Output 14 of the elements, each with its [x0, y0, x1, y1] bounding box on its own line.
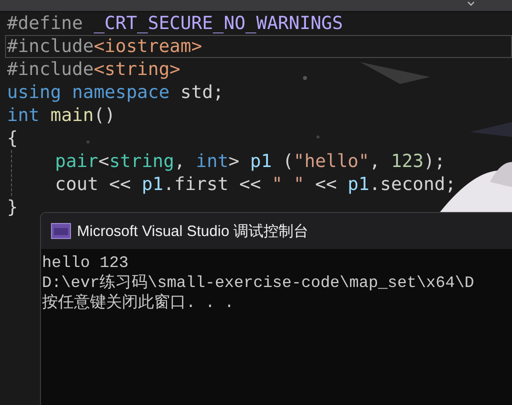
console-output-line: D:\evr练习码\small-exercise-code\map_set\x64\D — [42, 273, 476, 293]
code-line: #include<string> — [7, 58, 182, 81]
code-line: pair<string, int> p1 ("hello", 123); — [55, 150, 446, 173]
console-output-line: hello 123 — [42, 253, 130, 273]
code-line: using namespace std; — [7, 81, 225, 104]
window-title: Microsoft Visual Studio 调试控制台 — [77, 222, 308, 240]
code-line: } — [7, 196, 19, 219]
console-output-line: 按任意键关闭此窗口. . . — [42, 293, 236, 313]
caret-icon[interactable] — [467, 1, 475, 7]
code-line: int main() — [7, 104, 116, 127]
console-app-icon — [51, 223, 71, 239]
code-line: #define _CRT_SECURE_NO_WARNINGS — [7, 12, 344, 35]
code-line: cout << p1.first << " " << p1.second; — [55, 173, 458, 196]
code-line: { — [7, 127, 19, 150]
